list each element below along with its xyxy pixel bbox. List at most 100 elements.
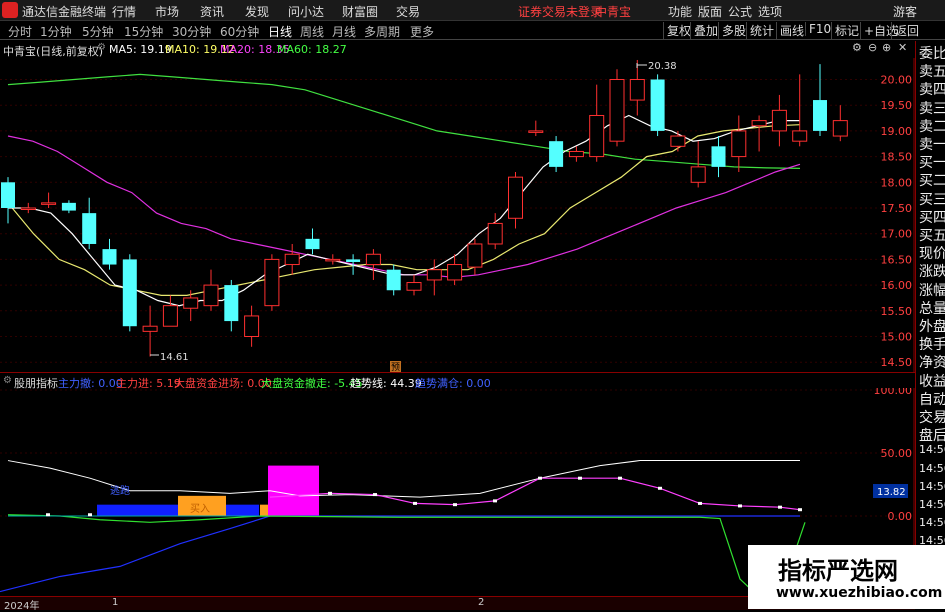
side-panel-item[interactable]: 14:56 bbox=[919, 443, 945, 456]
candle-body-up[interactable] bbox=[447, 264, 463, 281]
candle-body-down[interactable] bbox=[61, 202, 76, 211]
candle-body-up[interactable] bbox=[467, 243, 483, 268]
btn-duogu[interactable]: 多股 bbox=[718, 22, 746, 39]
candle-body-up[interactable] bbox=[162, 305, 178, 327]
candlestick-chart[interactable]: 20.00 19.50 19.00 18.50 18.00 17.50 17.00 16.50… bbox=[0, 58, 915, 372]
candle-body-down[interactable] bbox=[224, 285, 239, 322]
tab-weekly[interactable]: 周线 bbox=[300, 23, 324, 40]
menu-hangqing[interactable]: 行情 bbox=[112, 3, 136, 20]
candle-body-up[interactable] bbox=[142, 325, 158, 332]
side-panel-item[interactable]: 14:56 bbox=[919, 462, 945, 475]
candle-body-up[interactable] bbox=[589, 114, 605, 158]
candle-body-up[interactable] bbox=[20, 207, 36, 210]
candle-body-up[interactable] bbox=[426, 269, 442, 281]
btn-back[interactable]: 返回 bbox=[891, 22, 919, 39]
candle-body-up[interactable] bbox=[751, 120, 767, 127]
side-panel-item[interactable]: 涨幅 bbox=[919, 280, 945, 300]
side-panel-item[interactable]: 盘后 bbox=[919, 425, 945, 445]
candle-body-down[interactable] bbox=[650, 79, 665, 131]
indicator-gear-icon[interactable]: ⚙ bbox=[3, 375, 12, 386]
candle-body-down[interactable] bbox=[549, 141, 564, 167]
side-panel-item[interactable]: 卖五 bbox=[919, 61, 945, 81]
tab-5min[interactable]: 5分钟 bbox=[82, 23, 114, 40]
side-panel-item[interactable]: 卖四 bbox=[919, 79, 945, 99]
menu-xuanxiang[interactable]: 选项 bbox=[758, 3, 782, 20]
candle-body-up[interactable] bbox=[244, 315, 260, 338]
side-panel-item[interactable]: 买三 bbox=[919, 189, 945, 209]
side-panel-item[interactable]: 卖一 bbox=[919, 134, 945, 154]
side-panel-item[interactable]: 买四 bbox=[919, 207, 945, 227]
menu-caifuquan[interactable]: 财富圈 bbox=[342, 3, 378, 20]
tab-1min[interactable]: 1分钟 bbox=[40, 23, 72, 40]
candle-body-down[interactable] bbox=[711, 146, 726, 167]
side-panel-item[interactable]: 总量 bbox=[919, 298, 945, 318]
btn-diejia[interactable]: 叠加 bbox=[690, 22, 718, 39]
candle-body-down[interactable] bbox=[102, 249, 117, 265]
candle-body-up[interactable] bbox=[568, 150, 584, 158]
candle-body-up[interactable] bbox=[670, 135, 686, 147]
side-panel-item[interactable]: 现价 bbox=[919, 243, 945, 263]
candle-body-up[interactable] bbox=[264, 258, 280, 307]
candle-body-down[interactable] bbox=[122, 259, 137, 327]
side-panel-item[interactable]: 买二 bbox=[919, 170, 945, 190]
side-panel-item[interactable]: 14:56 bbox=[919, 480, 945, 493]
tab-monthly[interactable]: 月线 bbox=[332, 23, 356, 40]
side-panel-item[interactable]: 换手 bbox=[919, 334, 945, 354]
candle-body-down[interactable] bbox=[1, 182, 15, 208]
menu-zixun[interactable]: 资讯 bbox=[200, 3, 224, 20]
settings-icon[interactable]: ⚙ bbox=[852, 41, 862, 54]
btn-fuquan[interactable]: 复权 bbox=[663, 22, 691, 39]
candle-body-up[interactable] bbox=[528, 130, 544, 133]
menu-youke[interactable]: 游客 bbox=[893, 3, 917, 20]
candle-body-up[interactable] bbox=[832, 120, 848, 137]
candle-body-down[interactable] bbox=[813, 100, 827, 131]
side-panel-item[interactable]: 交易 bbox=[919, 407, 945, 427]
menu-gongneng[interactable]: 功能 bbox=[668, 3, 692, 20]
candle-body-up[interactable] bbox=[792, 130, 808, 142]
menu-faxian[interactable]: 发现 bbox=[245, 3, 269, 20]
menu-gongshi[interactable]: 公式 bbox=[728, 3, 752, 20]
menu-banmian[interactable]: 版面 bbox=[698, 3, 722, 20]
candle-body-up[interactable] bbox=[284, 253, 300, 266]
menu-shichang[interactable]: 市场 bbox=[155, 3, 179, 20]
candle-body-up[interactable] bbox=[406, 282, 422, 291]
candle-body-down[interactable] bbox=[346, 259, 361, 262]
tab-15min[interactable]: 15分钟 bbox=[124, 23, 163, 40]
menu-wenxiaoda[interactable]: 问小达 bbox=[288, 3, 324, 20]
side-panel-item[interactable]: 买一 bbox=[919, 152, 945, 172]
side-panel-item[interactable]: 净资 bbox=[919, 352, 945, 372]
candle-body-up[interactable] bbox=[325, 258, 341, 262]
candle-body-up[interactable] bbox=[487, 222, 503, 245]
btn-f10[interactable]: F10 bbox=[805, 22, 831, 36]
candle-body-up[interactable] bbox=[731, 130, 747, 158]
candle-body-up[interactable] bbox=[771, 109, 787, 132]
side-panel-item[interactable]: 自动 bbox=[919, 389, 945, 409]
candle-body-down[interactable] bbox=[82, 213, 97, 244]
side-panel-item[interactable]: 14:56 bbox=[919, 516, 945, 529]
side-panel-item[interactable]: 涨跌 bbox=[919, 261, 945, 281]
candle-body-up[interactable] bbox=[41, 202, 57, 205]
side-panel-item[interactable]: 14:56 bbox=[919, 498, 945, 511]
candle-body-up[interactable] bbox=[365, 253, 381, 266]
candle-body-up[interactable] bbox=[183, 297, 199, 309]
close-icon[interactable]: ✕ bbox=[898, 41, 907, 54]
menu-jiaoyi[interactable]: 交易 bbox=[396, 3, 420, 20]
side-panel-item[interactable]: 卖三 bbox=[919, 98, 945, 118]
side-panel-item[interactable]: 收益 bbox=[919, 371, 945, 391]
tab-daily[interactable]: 日线 bbox=[268, 23, 292, 40]
tab-60min[interactable]: 60分钟 bbox=[220, 23, 259, 40]
candle-body-down[interactable] bbox=[305, 238, 320, 250]
side-panel-item[interactable]: 外盘 bbox=[919, 316, 945, 336]
tab-30min[interactable]: 30分钟 bbox=[172, 23, 211, 40]
minus-icon[interactable]: ⊖ bbox=[868, 41, 877, 54]
btn-biaoji[interactable]: 标记 bbox=[831, 22, 859, 39]
candle-body-up[interactable] bbox=[203, 284, 219, 307]
side-panel-item[interactable]: 委比 bbox=[919, 43, 945, 63]
settings-gear-icon[interactable]: ⚙ bbox=[97, 42, 106, 53]
candle-body-up[interactable] bbox=[690, 166, 706, 183]
tab-multi-period[interactable]: 多周期 bbox=[364, 23, 400, 40]
plus-icon[interactable]: ⊕ bbox=[882, 41, 891, 54]
candle-body-down[interactable] bbox=[386, 269, 401, 291]
btn-tongji[interactable]: 统计 bbox=[746, 22, 774, 39]
login-warning[interactable]: 证券交易未登录 bbox=[518, 3, 602, 20]
